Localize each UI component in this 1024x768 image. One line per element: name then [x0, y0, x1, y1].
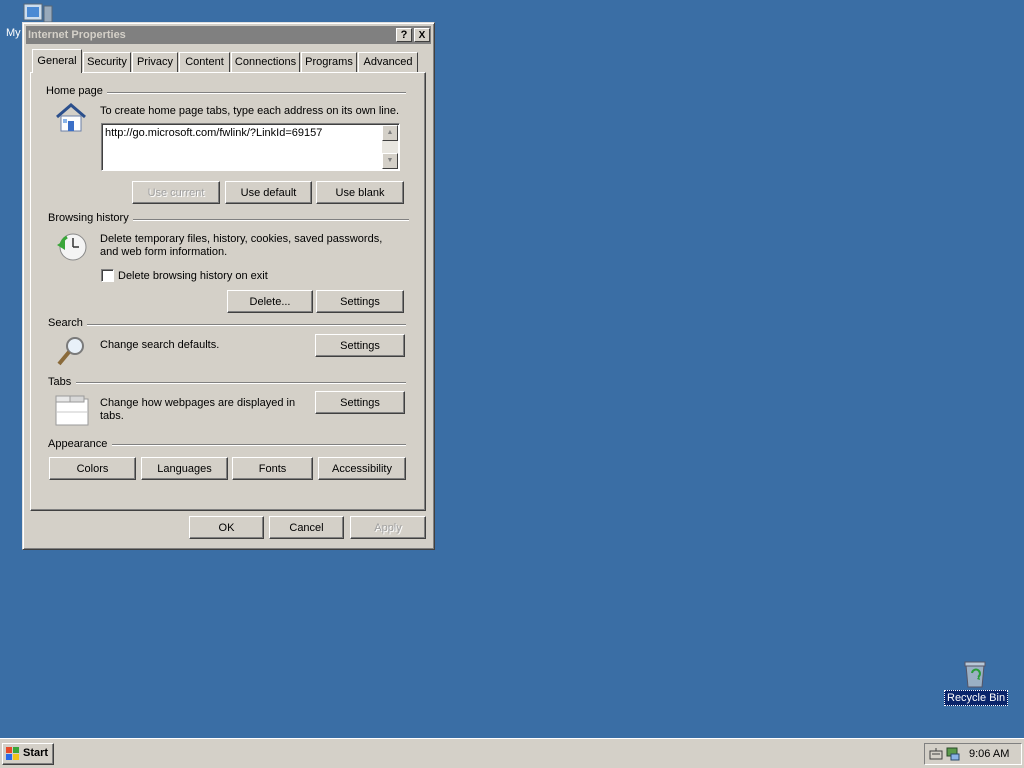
tab-privacy[interactable]: Privacy	[132, 52, 178, 72]
history-clock-icon	[57, 233, 87, 261]
colors-button[interactable]: Colors	[49, 457, 136, 480]
appearance-divider	[112, 444, 406, 446]
home-page-instruction: To create home page tabs, type each addr…	[100, 105, 400, 117]
ok-button[interactable]: OK	[189, 516, 264, 539]
search-description: Change search defaults.	[100, 339, 220, 351]
apply-button[interactable]: Apply	[350, 516, 426, 539]
tab-security[interactable]: Security	[83, 52, 131, 72]
search-divider	[86, 324, 406, 326]
tabs-description: Change how webpages are displayed in tab…	[100, 397, 296, 422]
scroll-up-arrow-icon[interactable]: ▲	[382, 125, 398, 141]
tabs-divider	[76, 382, 406, 384]
delete-history-button[interactable]: Delete...	[227, 290, 313, 313]
delete-history-on-exit-checkbox[interactable]	[101, 269, 114, 282]
close-button[interactable]: X	[414, 28, 430, 42]
search-settings-button[interactable]: Settings	[315, 334, 405, 357]
tab-advanced[interactable]: Advanced	[358, 52, 418, 72]
tab-programs[interactable]: Programs	[301, 52, 357, 72]
help-button[interactable]: ?	[396, 28, 412, 42]
window-title: Internet Properties	[28, 29, 126, 41]
tab-general[interactable]: General	[32, 49, 82, 73]
home-icon	[56, 103, 86, 132]
tab-connections[interactable]: Connections	[231, 52, 300, 72]
fonts-button[interactable]: Fonts	[232, 457, 313, 480]
tabs-icon	[55, 395, 89, 426]
start-label: Start	[23, 747, 49, 759]
use-blank-button[interactable]: Use blank	[316, 181, 404, 204]
recycle-bin-icon	[964, 661, 986, 688]
home-page-divider	[100, 92, 406, 94]
home-page-group-title: Home page	[46, 85, 107, 97]
start-button[interactable]: Start	[2, 743, 54, 765]
title-bar[interactable]: Internet Properties ? X	[26, 26, 431, 44]
accessibility-button[interactable]: Accessibility	[318, 457, 406, 480]
browsing-history-description: Delete temporary files, history, cookies…	[100, 233, 383, 258]
browsing-history-group-title: Browsing history	[48, 212, 133, 224]
tabs-group-title: Tabs	[48, 376, 76, 388]
use-current-button[interactable]: Use current	[132, 181, 220, 204]
appearance-group-title: Appearance	[48, 438, 112, 450]
network-icon[interactable]	[945, 746, 961, 762]
home-page-url-input[interactable]: http://go.microsoft.com/fwlink/?LinkId=6…	[105, 127, 383, 167]
use-default-button[interactable]: Use default	[225, 181, 312, 204]
languages-button[interactable]: Languages	[141, 457, 228, 480]
scroll-down-arrow-icon[interactable]: ▼	[382, 153, 398, 169]
home-page-scrollbar[interactable]: ▲ ▼	[382, 125, 398, 169]
keyboard-icon[interactable]	[929, 747, 943, 761]
recycle-bin-label: Recycle Bin	[944, 690, 1009, 706]
windows-logo-icon	[6, 747, 19, 760]
delete-history-on-exit-label[interactable]: Delete browsing history on exit	[118, 270, 268, 283]
search-group-title: Search	[48, 317, 87, 329]
system-tray: 9:06 AM	[924, 743, 1022, 765]
clock[interactable]: 9:06 AM	[969, 748, 1009, 760]
taskbar: Start 9:06 AM	[0, 738, 1024, 768]
tab-content[interactable]: Content	[179, 52, 230, 72]
magnifier-search-icon	[57, 337, 84, 366]
recycle-bin-desktop-icon[interactable]: Recycle Bin	[944, 658, 1009, 706]
home-page-textarea-frame: http://go.microsoft.com/fwlink/?LinkId=6…	[101, 123, 400, 171]
tabs-settings-button[interactable]: Settings	[315, 391, 405, 414]
browsing-history-settings-button[interactable]: Settings	[316, 290, 404, 313]
cancel-button[interactable]: Cancel	[269, 516, 344, 539]
browsing-history-divider	[130, 219, 409, 221]
